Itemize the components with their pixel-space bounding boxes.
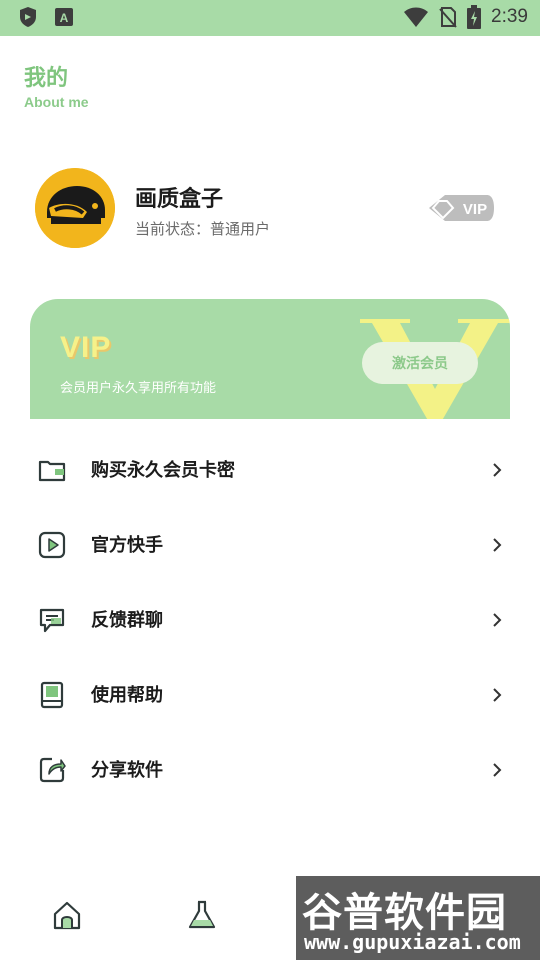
chat-icon xyxy=(39,608,65,633)
watermark-url: www.gupuxiazai.com xyxy=(304,930,521,954)
vip-card: VIP 会员用户永久享用所有功能 激活会员 xyxy=(30,299,510,419)
status-left-icons: A xyxy=(18,6,74,28)
status-time: 2:39 xyxy=(491,6,528,27)
user-status: 当前状态：普通用户 xyxy=(135,220,271,238)
helmet-icon xyxy=(35,168,115,248)
vip-description: 会员用户永久享用所有功能 xyxy=(60,381,217,396)
menu-item-feedback[interactable]: 反馈群聊 xyxy=(0,583,540,657)
wallet-icon xyxy=(38,460,66,482)
a-icon: A xyxy=(55,8,73,26)
menu-item-help[interactable]: 使用帮助 xyxy=(0,658,540,732)
vip-title: VIP xyxy=(60,331,112,364)
svg-text:A: A xyxy=(60,11,69,25)
home-icon[interactable] xyxy=(50,898,84,932)
play-icon xyxy=(38,531,66,559)
vip-badge-text: VIP xyxy=(463,201,487,218)
no-sim-icon xyxy=(439,7,457,28)
chevron-right-icon xyxy=(493,463,502,477)
user-name: 画质盒子 xyxy=(135,187,224,212)
chevron-right-icon xyxy=(493,688,502,702)
page-subtitle: About me xyxy=(24,94,89,110)
status-bar: A 2:39 xyxy=(0,0,540,36)
page-title: 我的 xyxy=(24,66,69,91)
vip-badge-icon: VIP xyxy=(429,195,494,221)
avatar[interactable] xyxy=(35,168,115,248)
chevron-right-icon xyxy=(493,763,502,777)
book-icon xyxy=(40,681,64,709)
flask-icon[interactable] xyxy=(185,898,219,932)
chevron-right-icon xyxy=(493,613,502,627)
share-icon xyxy=(39,757,66,783)
chevron-right-icon xyxy=(493,538,502,552)
menu-label: 购买永久会员卡密 xyxy=(91,460,235,481)
menu-item-buy-card[interactable]: 购买永久会员卡密 xyxy=(0,433,540,507)
menu-label: 反馈群聊 xyxy=(91,610,163,631)
shield-icon xyxy=(20,7,36,27)
menu-label: 使用帮助 xyxy=(91,685,163,706)
menu-label: 官方快手 xyxy=(91,535,163,556)
wifi-icon xyxy=(404,7,429,27)
menu-item-share[interactable]: 分享软件 xyxy=(0,733,540,807)
activate-vip-button[interactable]: 激活会员 xyxy=(362,342,478,384)
battery-charging-icon xyxy=(467,5,482,29)
menu-item-kuaishou[interactable]: 官方快手 xyxy=(0,508,540,582)
menu-label: 分享软件 xyxy=(91,760,163,781)
watermark: 谷普软件园 www.gupuxiazai.com xyxy=(296,876,540,960)
status-right-icons: 2:39 xyxy=(403,5,528,29)
